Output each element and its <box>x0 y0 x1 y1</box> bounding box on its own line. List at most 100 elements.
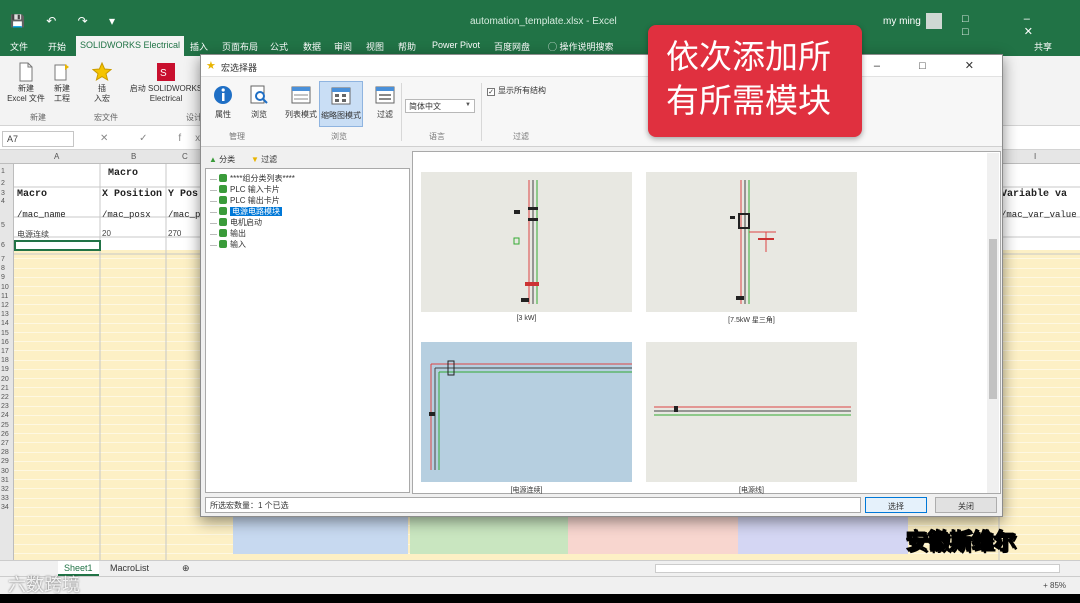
scrollbar-thumb[interactable] <box>989 239 997 399</box>
row-header[interactable]: 24 <box>1 412 9 419</box>
tree-node[interactable]: — PLC 输入卡片 <box>210 184 280 195</box>
properties-button[interactable]: 属性 <box>205 81 241 127</box>
category-button[interactable]: ▲ 分类 <box>209 154 235 165</box>
row-header[interactable]: 16 <box>1 339 9 346</box>
cell-a6[interactable]: 电源连续 <box>17 229 49 240</box>
new-excel-file-button[interactable]: 新建 Excel 文件 <box>6 62 46 104</box>
user-name[interactable]: my ming <box>883 16 921 27</box>
row-header[interactable]: 17 <box>1 348 9 355</box>
tell-me-search[interactable]: ◯ 操作说明搜索 <box>548 40 614 53</box>
sheet-tab-macrolist[interactable]: MacroList <box>104 561 155 576</box>
column-header-i[interactable]: I <box>1034 152 1036 161</box>
row-header[interactable]: 23 <box>1 403 9 410</box>
tree-node[interactable]: — 输入 <box>210 239 246 250</box>
tree-node[interactable]: — PLC 输出卡片 <box>210 195 280 206</box>
row-header[interactable]: 34 <box>1 504 9 511</box>
tree-node-selected[interactable]: — 电源电路模块 <box>210 206 282 217</box>
row-header[interactable]: 10 <box>1 284 9 291</box>
tab-help[interactable]: 帮助 <box>398 40 416 53</box>
cell-b5[interactable]: /mac_posx <box>102 210 151 220</box>
row-header[interactable]: 9 <box>1 274 5 281</box>
header-variable-value[interactable]: Variable va <box>1001 189 1067 200</box>
preview-scrollbar[interactable] <box>987 153 999 493</box>
header-x-position[interactable]: X Position <box>102 189 162 200</box>
quick-access-toolbar[interactable]: 💾 ↶ ↷ ▾ <box>10 14 124 28</box>
row-header[interactable]: 30 <box>1 468 9 475</box>
row-header[interactable]: 6 <box>1 242 5 249</box>
tree-node[interactable]: — 电机启动 <box>210 217 262 228</box>
row-header[interactable]: 32 <box>1 486 9 493</box>
row-header[interactable]: 15 <box>1 330 9 337</box>
cell-a5[interactable]: /mac_name <box>17 210 66 220</box>
tab-solidworks-electrical[interactable]: SOLIDWORKS Electrical <box>76 36 185 56</box>
row-header[interactable]: 19 <box>1 366 9 373</box>
tab-view[interactable]: 视图 <box>366 40 384 53</box>
formula-buttons[interactable]: ✕ ✓ fx <box>100 133 214 144</box>
close-button[interactable]: 关闭 <box>935 497 997 513</box>
tab-baidu-netdisk[interactable]: 百度网盘 <box>494 40 530 53</box>
row-header[interactable]: 28 <box>1 449 9 456</box>
row-header[interactable]: 7 <box>1 256 5 263</box>
list-mode-button[interactable]: 列表模式 <box>281 81 321 127</box>
row-header[interactable]: 12 <box>1 302 9 309</box>
row-header[interactable]: 27 <box>1 440 9 447</box>
tab-data[interactable]: 数据 <box>303 40 321 53</box>
column-header-a[interactable]: A <box>54 152 59 161</box>
row-header[interactable]: 22 <box>1 394 9 401</box>
tab-page-layout[interactable]: 页面布局 <box>222 40 258 53</box>
cell-c5[interactable]: /mac_p <box>168 210 200 220</box>
thumbnail-mode-button[interactable]: 缩略图模式 <box>319 81 363 127</box>
name-box[interactable]: A7 <box>2 131 74 147</box>
row-header[interactable]: 8 <box>1 265 5 272</box>
row-header[interactable]: 25 <box>1 422 9 429</box>
browse-button[interactable]: 浏览 <box>241 81 277 127</box>
row-header[interactable]: 2 <box>1 180 5 187</box>
tab-formulas[interactable]: 公式 <box>270 40 288 53</box>
column-header-b[interactable]: B <box>131 152 136 161</box>
horizontal-scrollbar[interactable] <box>655 564 1060 573</box>
macro-category-tree[interactable]: — ****组分类列表**** — PLC 输入卡片 — PLC 输出卡片 — 电源电路… <box>205 168 410 493</box>
row-header[interactable]: 13 <box>1 311 9 318</box>
language-select[interactable]: 简体中文 ▼ <box>405 99 475 113</box>
filter-button[interactable]: 过滤 <box>367 81 403 127</box>
row-header[interactable]: 5 <box>1 222 5 229</box>
cell-b6[interactable]: 20 <box>102 229 111 238</box>
tree-node[interactable]: — ****组分类列表**** <box>210 173 295 184</box>
macro-thumbnail[interactable]: [7.5kW 星三角] <box>646 172 857 324</box>
tree-node[interactable]: — 输出 <box>210 228 246 239</box>
row-header[interactable]: 20 <box>1 376 9 383</box>
show-all-checkbox[interactable]: ✓ 显示所有结构 <box>487 85 546 96</box>
launch-solidworks-button[interactable]: S 启动 SOLIDWORKS Electrical <box>128 62 204 104</box>
row-header[interactable]: 14 <box>1 320 9 327</box>
tab-review[interactable]: 审阅 <box>334 40 352 53</box>
macro-group-title[interactable]: Macro <box>108 168 138 179</box>
macro-thumbnail[interactable]: [3 kW] <box>421 172 632 322</box>
header-macro[interactable]: Macro <box>17 189 47 200</box>
tab-insert[interactable]: 插入 <box>190 40 208 53</box>
active-cell-a7[interactable] <box>14 240 101 251</box>
row-header[interactable]: 33 <box>1 495 9 502</box>
tab-file[interactable]: 文件 <box>10 40 28 53</box>
cell-i5[interactable]: /mac_var_value <box>1001 210 1077 220</box>
share-button[interactable]: 共享 <box>1034 40 1052 53</box>
cell-c6[interactable]: 270 <box>168 229 181 238</box>
row-header[interactable]: 26 <box>1 431 9 438</box>
tab-power-pivot[interactable]: Power Pivot <box>432 40 480 50</box>
row-header[interactable]: 4 <box>1 198 5 205</box>
macro-thumbnail-selected[interactable]: [电源连续] <box>421 342 632 494</box>
header-y-position[interactable]: Y Pos <box>168 189 198 200</box>
macro-thumbnail[interactable]: [电源线] <box>646 342 857 494</box>
tree-filter-button[interactable]: ▼ 过滤 <box>251 154 277 165</box>
new-project-button[interactable]: 新建 工程 <box>48 62 76 104</box>
insert-macro-button[interactable]: 插 入宏 <box>88 62 116 104</box>
row-header[interactable]: 29 <box>1 458 9 465</box>
zoom-level[interactable]: + 85% <box>1043 581 1066 590</box>
row-header[interactable]: 3 <box>1 190 5 197</box>
avatar[interactable] <box>926 13 942 29</box>
row-header[interactable]: 21 <box>1 385 9 392</box>
window-controls[interactable]: □ – □ ✕ <box>962 13 1080 38</box>
add-sheet-button[interactable]: ⊕ <box>176 561 196 576</box>
column-header-c[interactable]: C <box>182 152 188 161</box>
tab-home[interactable]: 开始 <box>48 40 66 53</box>
row-header[interactable]: 18 <box>1 357 9 364</box>
